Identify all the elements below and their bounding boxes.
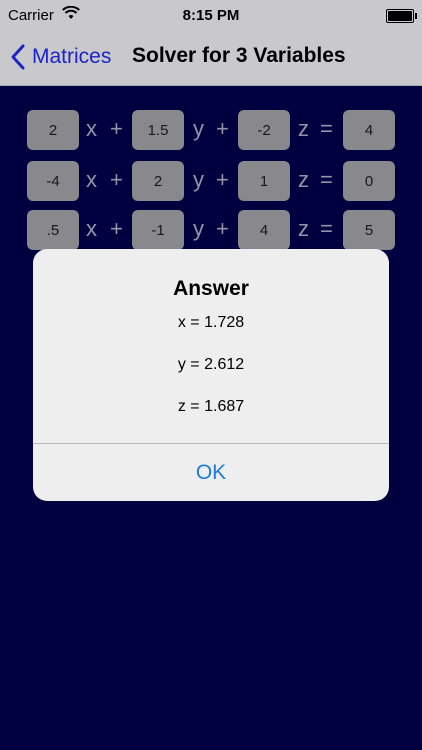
alert-title: Answer: [173, 277, 249, 300]
page-title: Solver for 3 Variables: [132, 44, 346, 67]
battery-icon: [386, 9, 417, 23]
clock: 8:15 PM: [182, 7, 240, 24]
chevron-left-icon: [11, 44, 25, 70]
answer-y: y = 2.612: [177, 356, 245, 373]
battery-fill: [388, 11, 412, 21]
ok-button[interactable]: OK: [33, 444, 389, 501]
answer-z: z = 1.687: [177, 398, 245, 415]
navigation-bar: Matrices Solver for 3 Variables: [0, 30, 422, 86]
back-button-label: Matrices: [32, 45, 112, 68]
back-button[interactable]: Matrices: [10, 40, 111, 74]
answer-alert: Answer x = 1.728 y = 2.612 z = 1.687 OK: [33, 249, 389, 501]
answer-x: x = 1.728: [177, 314, 245, 331]
status-bar: Carrier 8:15 PM: [0, 0, 422, 30]
